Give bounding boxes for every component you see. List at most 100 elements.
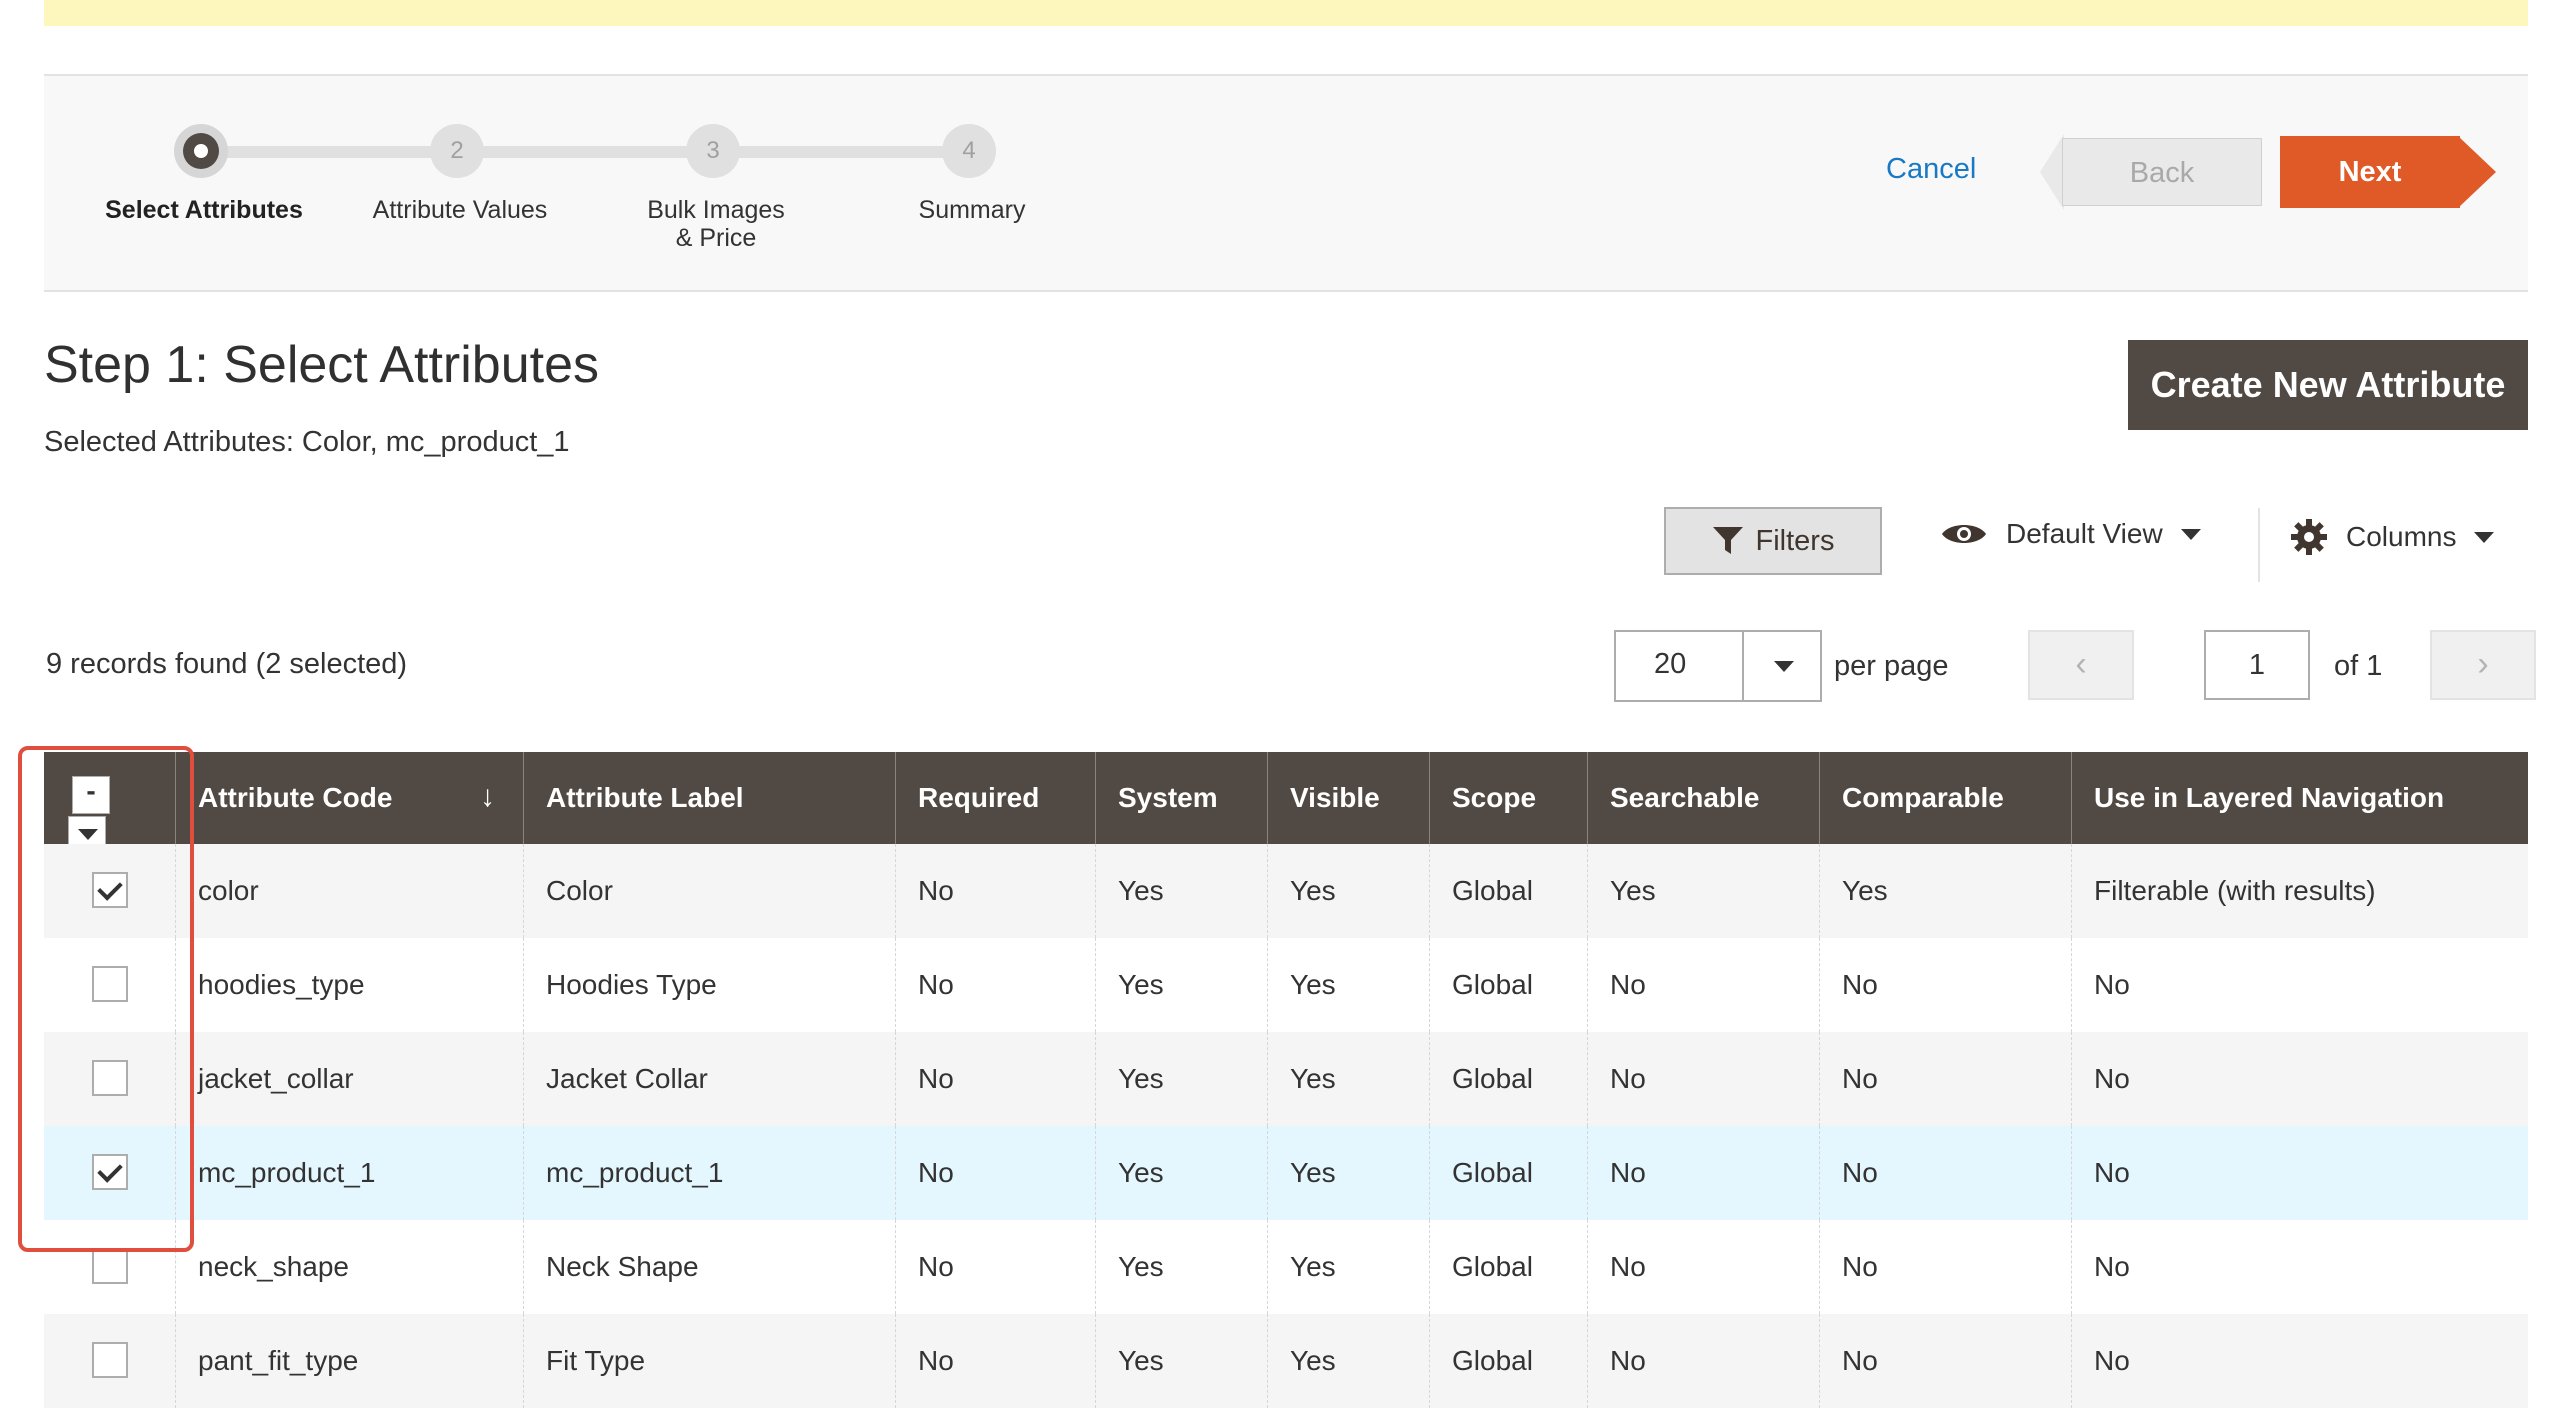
table-row[interactable]: pant_fit_type Fit Type No Yes Yes Global… — [44, 1314, 2528, 1408]
create-new-attribute-button[interactable]: Create New Attribute — [2128, 340, 2528, 430]
wizard-step-2-indicator[interactable]: 2 — [430, 124, 484, 178]
cell-comparable: No — [1820, 1032, 2072, 1126]
sort-descending-icon: ↓ — [480, 780, 495, 813]
filters-button-label: Filters — [1755, 524, 1835, 557]
column-header-searchable[interactable]: Searchable — [1588, 752, 1820, 844]
page-number-input[interactable]: 1 — [2204, 630, 2310, 700]
per-page-divider — [1742, 630, 1744, 702]
wizard-step-4-label[interactable]: Summary — [852, 196, 1092, 224]
cell-layered-navigation: Filterable (with results) — [2094, 875, 2376, 906]
cell-attribute-label: mc_product_1 — [524, 1126, 896, 1220]
chevron-down-icon — [2180, 528, 2201, 540]
page-title: Step 1: Select Attributes — [44, 336, 599, 394]
cell-searchable: No — [1588, 938, 1820, 1032]
cell-system: Yes — [1096, 938, 1268, 1032]
column-header-label: Attribute Code — [198, 782, 393, 813]
cell-layered-navigation: No — [2094, 1345, 2130, 1376]
cell-layered-navigation: No — [2094, 1251, 2130, 1282]
cancel-link[interactable]: Cancel — [1886, 153, 1976, 186]
wizard-step-4-indicator[interactable]: 4 — [942, 124, 996, 178]
table-row[interactable]: mc_product_1 mc_product_1 No Yes Yes Glo… — [44, 1126, 2528, 1220]
eye-icon — [1942, 525, 1986, 543]
cell-required: No — [896, 1220, 1096, 1314]
cell-searchable: Yes — [1588, 844, 1820, 938]
cell-comparable: No — [1820, 938, 2072, 1032]
cell-required: No — [896, 1314, 1096, 1408]
columns-selector[interactable]: Columns — [2290, 518, 2495, 556]
table-row[interactable]: neck_shape Neck Shape No Yes Yes Global … — [44, 1220, 2528, 1314]
table-row[interactable]: jacket_collar Jacket Collar No Yes Yes G… — [44, 1032, 2528, 1126]
cell-attribute-label: Neck Shape — [524, 1220, 896, 1314]
cell-scope: Global — [1430, 1314, 1588, 1408]
cell-system: Yes — [1096, 844, 1268, 938]
column-header-attribute-label[interactable]: Attribute Label — [524, 752, 896, 844]
cell-comparable: No — [1820, 1220, 2072, 1314]
cell-layered-navigation: No — [2094, 1157, 2130, 1188]
chevron-down-icon — [2474, 531, 2495, 543]
per-page-chevron-down-icon[interactable] — [1774, 661, 1794, 672]
cell-scope: Global — [1430, 1126, 1588, 1220]
cell-visible: Yes — [1268, 1032, 1430, 1126]
column-header-comparable[interactable]: Comparable — [1820, 752, 2072, 844]
wizard-step-1-label[interactable]: Select Attributes — [84, 196, 324, 224]
column-header-required[interactable]: Required — [896, 752, 1096, 844]
cell-visible: Yes — [1268, 1220, 1430, 1314]
cell-searchable: No — [1588, 1126, 1820, 1220]
previous-page-button[interactable]: ‹ — [2028, 630, 2134, 700]
toolbar-divider — [2258, 508, 2260, 582]
cell-attribute-label: Hoodies Type — [524, 938, 896, 1032]
cell-required: No — [896, 844, 1096, 938]
cell-system: Yes — [1096, 1126, 1268, 1220]
wizard-step-3-indicator[interactable]: 3 — [686, 124, 740, 178]
filters-button[interactable]: Filters — [1664, 507, 1882, 575]
cell-searchable: No — [1588, 1314, 1820, 1408]
cell-attribute-label: Color — [524, 844, 896, 938]
wizard-step-2-label[interactable]: Attribute Values — [340, 196, 580, 224]
cell-attribute-code: jacket_collar — [176, 1032, 524, 1126]
cell-layered-navigation: No — [2094, 969, 2130, 1000]
cell-attribute-code: color — [176, 844, 524, 938]
cell-system: Yes — [1096, 1314, 1268, 1408]
back-button-arrow — [2040, 134, 2064, 210]
cell-required: No — [896, 938, 1096, 1032]
back-button[interactable]: Back — [2062, 138, 2262, 206]
wizard-progress-line — [200, 146, 974, 158]
cell-system: Yes — [1096, 1032, 1268, 1126]
cell-searchable: No — [1588, 1220, 1820, 1314]
cell-scope: Global — [1430, 1032, 1588, 1126]
column-header-use-in-layered-navigation[interactable]: Use in Layered Navigation — [2072, 752, 2528, 844]
next-button[interactable]: Next — [2280, 136, 2460, 208]
cell-attribute-code: pant_fit_type — [176, 1314, 524, 1408]
row-checkbox[interactable] — [92, 1342, 128, 1378]
row-checkbox[interactable] — [92, 1248, 128, 1284]
cell-scope: Global — [1430, 844, 1588, 938]
cell-comparable: No — [1820, 1126, 2072, 1220]
cell-comparable: No — [1820, 1314, 2072, 1408]
column-header-visible[interactable]: Visible — [1268, 752, 1430, 844]
table-row[interactable]: hoodies_type Hoodies Type No Yes Yes Glo… — [44, 938, 2528, 1032]
selected-attributes-text: Selected Attributes: Color, mc_product_1 — [44, 426, 570, 458]
view-selector-label: Default View — [2006, 518, 2163, 549]
column-header-system[interactable]: System — [1096, 752, 1268, 844]
current-step-icon — [194, 144, 208, 158]
column-header-scope[interactable]: Scope — [1430, 752, 1588, 844]
next-button-arrow[interactable] — [2458, 136, 2496, 208]
view-selector[interactable]: Default View — [1940, 518, 2201, 550]
columns-selector-label: Columns — [2346, 521, 2457, 552]
cell-scope: Global — [1430, 1220, 1588, 1314]
column-header-attribute-code[interactable]: Attribute Code ↓ — [176, 752, 524, 844]
cell-visible: Yes — [1268, 1314, 1430, 1408]
cell-searchable: No — [1588, 1032, 1820, 1126]
notice-bar — [44, 0, 2528, 26]
per-page-value: 20 — [1654, 648, 1687, 680]
per-page-label: per page — [1834, 650, 1949, 682]
cell-attribute-label: Fit Type — [524, 1314, 896, 1408]
filter-icon — [1712, 527, 1743, 554]
wizard-step-1-indicator[interactable] — [174, 124, 228, 178]
highlight-annotation-box — [18, 746, 194, 1252]
wizard-step-3-label[interactable]: Bulk Images & Price — [596, 196, 836, 252]
cell-attribute-label: Jacket Collar — [524, 1032, 896, 1126]
table-row[interactable]: color Color No Yes Yes Global Yes Yes Fi… — [44, 844, 2528, 938]
cell-system: Yes — [1096, 1220, 1268, 1314]
next-page-button[interactable]: › — [2430, 630, 2536, 700]
